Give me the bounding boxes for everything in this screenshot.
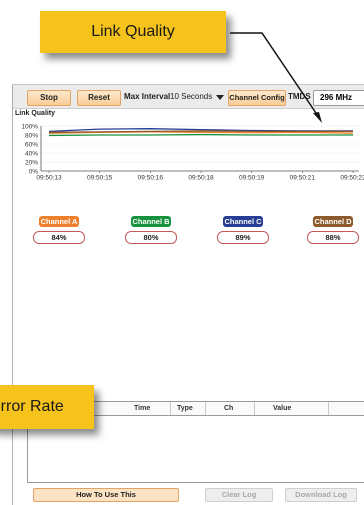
column-divider <box>254 402 255 415</box>
x-tick-label: 09:50:21 <box>290 175 316 182</box>
series-line-2 <box>48 133 353 137</box>
error-rate-callout: Error Rate <box>0 385 94 429</box>
x-tick-label: 09:50:15 <box>87 175 113 182</box>
chevron-down-icon[interactable] <box>216 95 224 100</box>
max-interval-label: Max Interval <box>124 92 171 101</box>
reset-button[interactable]: Reset <box>77 90 121 106</box>
channel-value: 89% <box>217 231 269 244</box>
channel-config-button[interactable]: Channel Config <box>228 90 286 106</box>
column-divider <box>170 402 171 415</box>
x-tick-label: 09:50:22 <box>340 175 364 182</box>
y-tick-label: 60% <box>25 142 38 149</box>
download-log-button[interactable]: Download Log <box>285 488 357 502</box>
clear-log-button[interactable]: Clear Log <box>205 488 273 502</box>
column-divider <box>328 402 329 415</box>
max-interval-select[interactable]: 10 Seconds <box>170 90 212 103</box>
link-quality-chart: 100%80%60%40%20%0%09:50:13 09:50:15 09:50:… <box>21 124 364 182</box>
log-col-value: Value <box>273 405 292 412</box>
channel-value: 88% <box>307 231 359 244</box>
toolbar: Stop Reset Max Interval 10 Seconds Chann… <box>13 85 364 109</box>
stop-button[interactable]: Stop <box>27 90 71 106</box>
y-tick-label: 100% <box>21 124 38 131</box>
link-quality-callout: Link Quality <box>40 11 226 53</box>
tmds-label: TMDS <box>288 92 311 101</box>
x-tick-label: 09:50:18 <box>188 175 214 182</box>
channel-label[interactable]: Channel A <box>39 216 79 227</box>
channel-value: 80% <box>125 231 177 244</box>
channel-label[interactable]: Channel C <box>223 216 263 227</box>
column-divider <box>205 402 206 415</box>
app-panel: Stop Reset Max Interval 10 Seconds Chann… <box>12 84 364 505</box>
y-tick-label: 80% <box>25 133 38 140</box>
y-tick-label: 20% <box>25 160 38 167</box>
log-col-time: Time <box>134 405 151 412</box>
error-rate-callout-text: Error Rate <box>0 398 64 415</box>
channel-label[interactable]: Channel B <box>131 216 171 227</box>
channel-value: 84% <box>33 231 85 244</box>
log-col-type: Type <box>177 405 193 412</box>
y-tick-label: 40% <box>25 151 38 158</box>
channel-label[interactable]: Channel D <box>313 216 353 227</box>
x-tick-label: 09:50:19 <box>239 175 265 182</box>
x-tick-label: 09:50:13 <box>36 175 62 182</box>
log-col-ch: Ch <box>224 405 234 412</box>
tmds-value-field: 296 MHz <box>313 90 364 106</box>
x-tick-label: 09:50:16 <box>138 175 164 182</box>
section-title: Link Quality <box>15 110 56 117</box>
how-to-use-button[interactable]: How To Use This <box>33 488 179 502</box>
